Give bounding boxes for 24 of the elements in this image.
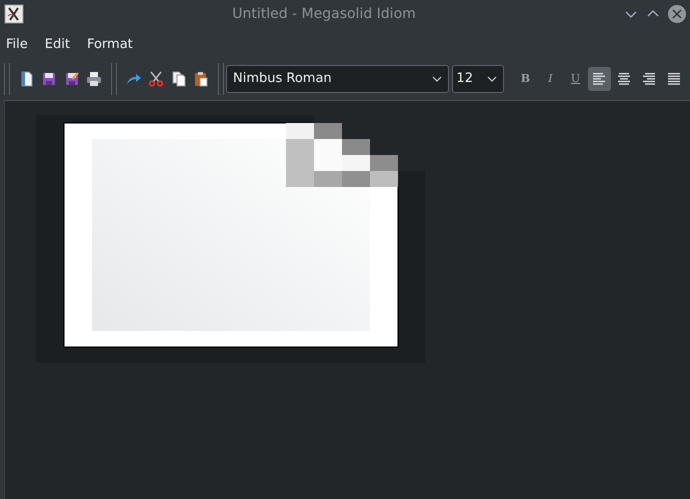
clipboard-icon bbox=[192, 70, 209, 86]
menu-item[interactable]: Format bbox=[80, 36, 139, 52]
chevron-icon bbox=[432, 76, 442, 82]
close-icon[interactable] bbox=[668, 5, 686, 23]
bold-button[interactable]: B bbox=[512, 66, 538, 90]
menu-item[interactable]: File bbox=[0, 36, 34, 52]
floppy-pencil-icon bbox=[64, 70, 80, 86]
chevron-icon bbox=[487, 76, 498, 82]
window-title: Untitled - Megasolid Idiom bbox=[231, 6, 417, 22]
font-dropdown[interactable]: Nimbus Roman bbox=[226, 64, 450, 92]
size-dropdown[interactable]: 12 bbox=[452, 64, 504, 92]
app-icon bbox=[4, 4, 24, 24]
scissors-icon bbox=[148, 70, 164, 86]
document-icon bbox=[19, 70, 36, 86]
align-left-button[interactable] bbox=[588, 66, 611, 90]
copy-icon bbox=[170, 70, 187, 86]
align-right-icon bbox=[641, 70, 658, 86]
align-center-icon bbox=[616, 70, 632, 86]
align-left-icon bbox=[591, 70, 608, 86]
menu-item[interactable]: Edit bbox=[38, 36, 76, 52]
underline-button[interactable]: U bbox=[562, 66, 588, 90]
printer-icon bbox=[86, 70, 102, 86]
align-justify-icon bbox=[666, 70, 682, 86]
italic-button[interactable]: I bbox=[538, 66, 563, 90]
